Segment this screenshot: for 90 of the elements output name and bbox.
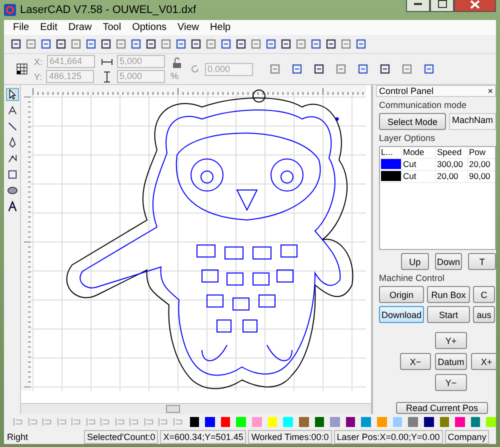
section-label: Layer Options <box>378 133 436 143</box>
status-field: Worked Times:00:0 <box>248 430 332 444</box>
palette-swatch[interactable] <box>408 417 418 427</box>
status-field: Laser Pos:X=0.00;Y=0.00 <box>334 430 443 444</box>
close-icon <box>470 0 480 8</box>
column-header[interactable]: Pow <box>468 147 495 159</box>
palette-swatch[interactable] <box>361 417 372 427</box>
palette-swatch[interactable] <box>190 417 200 427</box>
y-label: Y: <box>34 72 42 82</box>
palette-swatch[interactable] <box>298 417 309 427</box>
status-field: Right <box>4 430 82 444</box>
table-cell: Cut <box>402 159 436 171</box>
menu-item[interactable]: Tool <box>102 22 122 33</box>
table-cell: 90,00 <box>468 171 495 183</box>
table-cell: 20,00 <box>436 171 468 183</box>
palette-swatch[interactable] <box>252 417 262 427</box>
origin-marker <box>335 117 339 121</box>
layer-button[interactable]: Up <box>401 253 429 270</box>
column-header[interactable]: Speed <box>436 147 468 159</box>
select-mode-button[interactable]: Select Mode <box>379 113 446 130</box>
table-cell: 300,00 <box>436 159 468 171</box>
status-field: X=600.34;Y=501.45 <box>160 430 246 444</box>
text-tool[interactable] <box>6 200 18 213</box>
machine-button[interactable]: Start <box>427 306 470 323</box>
status-field: Company <box>444 430 490 444</box>
horizontal-scrollbar[interactable] <box>21 403 371 414</box>
table-cell: Cut <box>402 171 436 183</box>
layer-color-swatch[interactable] <box>381 159 401 169</box>
datum-button[interactable]: Datum <box>435 353 467 370</box>
minimize-icon <box>414 2 422 6</box>
drawing-canvas[interactable] <box>21 85 371 403</box>
rotate-icon <box>188 63 201 75</box>
section-label: Communication mode <box>378 100 468 110</box>
machine-name-field[interactable]: MachNam <box>448 113 496 130</box>
machine-button[interactable]: Origin <box>379 286 424 303</box>
maximize-icon <box>438 0 446 8</box>
palette-swatch[interactable] <box>486 417 496 427</box>
machine-button[interactable]: Download <box>379 306 424 323</box>
machine-button[interactable]: Run Box <box>427 286 470 303</box>
ellipse-tool[interactable] <box>6 184 18 197</box>
read-position-button[interactable]: Read Current Pos <box>396 402 488 414</box>
jog-up-button[interactable]: Y+ <box>435 332 467 349</box>
position-grid-icon <box>16 63 28 75</box>
palette-swatch[interactable] <box>220 417 230 427</box>
menu-item[interactable]: File <box>12 22 30 33</box>
menu-item[interactable]: View <box>176 22 200 33</box>
panel-close-button[interactable]: × <box>488 86 493 96</box>
palette-swatch[interactable] <box>377 417 387 427</box>
x-label: X: <box>34 56 43 66</box>
machine-button[interactable]: aus <box>473 306 495 323</box>
palette-swatch[interactable] <box>392 417 402 427</box>
section-label: Machine Control <box>378 273 446 283</box>
layer-button[interactable]: T <box>468 253 496 270</box>
layer-button[interactable]: Down <box>434 253 462 270</box>
jog-right-button[interactable]: X+ <box>471 353 496 370</box>
window-title: LaserCAD V7.58 - OUWEL_V01.dxf <box>20 4 198 16</box>
palette-swatch[interactable] <box>455 417 465 427</box>
node-tool[interactable] <box>6 104 18 117</box>
jog-down-button[interactable]: Y− <box>435 374 467 391</box>
palette-swatch[interactable] <box>314 417 324 427</box>
palette-swatch[interactable] <box>470 417 480 427</box>
line-tool[interactable] <box>6 120 18 133</box>
polyline-tool[interactable] <box>6 152 18 165</box>
layer-color-swatch[interactable] <box>381 171 401 181</box>
palette-swatch[interactable] <box>330 417 340 427</box>
palette-swatch[interactable] <box>346 417 356 427</box>
menu-item[interactable]: Draw <box>67 22 93 33</box>
palette-swatch[interactable] <box>283 417 293 427</box>
panel-title: Control Panel <box>379 86 434 96</box>
rectangle-tool[interactable] <box>6 168 18 181</box>
table-cell: 20,00 <box>468 159 495 171</box>
jog-left-button[interactable]: X− <box>400 353 431 370</box>
app-logo-icon <box>4 4 16 16</box>
menu-item[interactable]: Help <box>209 22 232 33</box>
minimize-button[interactable] <box>406 0 430 12</box>
menu-item[interactable]: Edit <box>39 22 58 33</box>
palette-swatch[interactable] <box>440 417 450 427</box>
maximize-button[interactable] <box>430 0 454 12</box>
palette-swatch[interactable] <box>268 417 278 427</box>
palette-swatch[interactable] <box>236 417 246 427</box>
close-button[interactable] <box>454 0 496 12</box>
pointer-tool[interactable] <box>6 88 18 101</box>
menu-item[interactable]: Options <box>131 22 168 33</box>
percent-label: % <box>170 71 180 81</box>
lock-icon[interactable] <box>170 57 183 69</box>
column-header[interactable]: Mode <box>402 147 436 159</box>
palette-swatch[interactable] <box>424 417 434 427</box>
palette-swatch[interactable] <box>205 417 215 427</box>
machine-button[interactable]: C <box>473 286 495 303</box>
status-field: Selected'Count:0 <box>84 430 158 444</box>
